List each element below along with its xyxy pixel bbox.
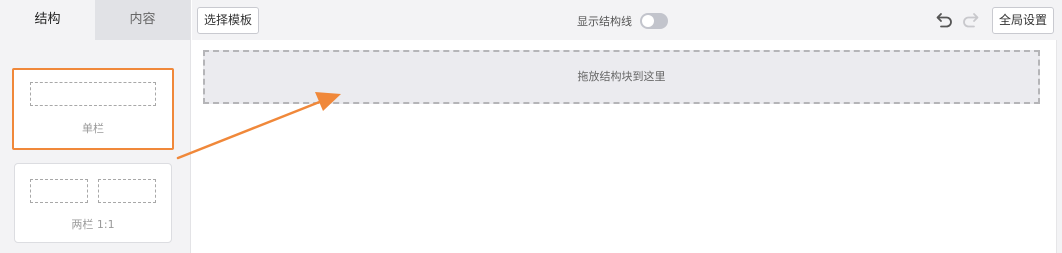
editor-toolbar: 选择模板 显示结构线 全局设置 — [192, 0, 1062, 40]
global-settings-button[interactable]: 全局设置 — [991, 7, 1054, 34]
column-placeholder — [30, 82, 156, 106]
column-placeholder-left — [30, 179, 88, 203]
block-single-column[interactable]: 单栏 — [12, 68, 174, 150]
canvas-scrollbar[interactable] — [1056, 40, 1062, 253]
tab-structure[interactable]: 结构 — [0, 0, 95, 40]
structure-lines-control: 显示结构线 — [577, 11, 668, 31]
drop-zone[interactable]: 拖放结构块到这里 — [203, 50, 1040, 104]
select-template-button[interactable]: 选择模板 — [197, 7, 260, 34]
panel-tabs: 结构 内容 — [0, 0, 191, 40]
structure-lines-toggle[interactable] — [640, 13, 668, 29]
undo-icon[interactable] — [935, 10, 955, 30]
block-two-columns[interactable]: 两栏 1:1 — [14, 163, 172, 243]
column-placeholder-right — [98, 179, 156, 203]
tab-content[interactable]: 内容 — [95, 0, 190, 40]
structure-lines-label: 显示结构线 — [577, 15, 632, 28]
editor-canvas: 拖放结构块到这里 — [192, 40, 1056, 253]
redo-icon[interactable] — [960, 10, 980, 30]
block-label: 单栏 — [82, 122, 104, 135]
structure-panel: 结构 内容 单栏 两栏 1:1 — [0, 0, 191, 253]
block-label: 两栏 1:1 — [71, 218, 115, 231]
toggle-knob — [642, 15, 654, 27]
